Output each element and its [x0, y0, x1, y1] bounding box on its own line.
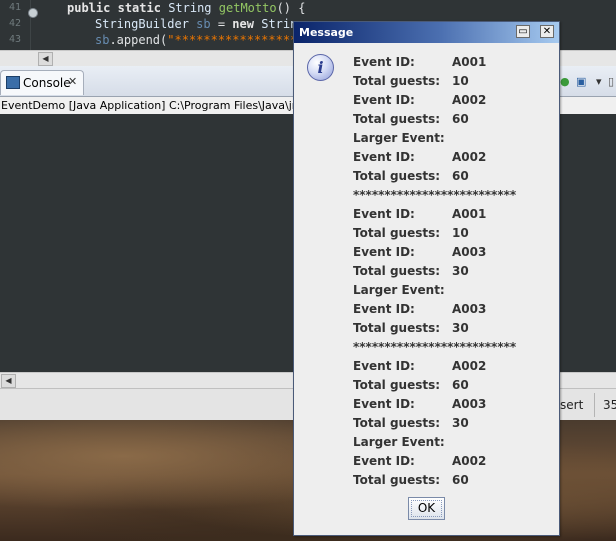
message-line-value: A003 [452, 245, 487, 259]
message-line-value: A002 [452, 454, 487, 468]
restore-icon[interactable]: ▭ [516, 25, 530, 38]
message-dialog: Message ▭ ✕ i Event ID: A001 Total guests:… [293, 21, 560, 536]
keyword: new [232, 17, 254, 31]
message-line-value: 60 [452, 473, 469, 487]
message-line-value: A001 [452, 55, 487, 69]
message-line-label: Event ID: [353, 397, 415, 411]
message-line-label: ************************** [353, 188, 517, 202]
message-line-value: 60 [452, 112, 469, 126]
variable: sb [196, 17, 211, 31]
message-line-label: Event ID: [353, 150, 415, 164]
message-line-value: A003 [452, 397, 487, 411]
code-lines[interactable]: public static String getMotto() {StringB… [40, 0, 305, 48]
message-line-value: 60 [452, 378, 469, 392]
message-line-label: Total guests: [353, 112, 441, 126]
code-punct: = [210, 17, 233, 31]
tab-console-label: Console [23, 76, 71, 90]
message-line-label: Total guests: [353, 264, 441, 278]
message-line-value: 30 [452, 264, 469, 278]
info-icon: i [307, 54, 334, 81]
type-name: String [168, 1, 212, 15]
chevron-down-icon[interactable]: ▾ [596, 75, 602, 88]
cursor-position-status: 35 [603, 398, 616, 412]
message-line-value: A002 [452, 359, 487, 373]
message-line-value: A001 [452, 207, 487, 221]
code-punct: .append( [109, 33, 168, 47]
dialog-title: Message [299, 26, 354, 39]
message-line-label: Event ID: [353, 55, 415, 69]
message-line-label: Event ID: [353, 245, 415, 259]
message-line-label: Larger Event: [353, 131, 445, 145]
code-line: public static String getMotto() { [40, 0, 305, 16]
message-line-label: Total guests: [353, 378, 441, 392]
fold-collapse-icon[interactable] [28, 8, 38, 18]
tab-console[interactable]: Console ✕ [0, 70, 84, 95]
line-number: 42 [9, 18, 22, 29]
message-line-label: Total guests: [353, 416, 441, 430]
line-number: 41 [9, 2, 22, 13]
variable: sb [95, 33, 110, 47]
message-line-label: Event ID: [353, 359, 415, 373]
type-name: StringBuilder [95, 17, 189, 31]
message-line-label: ************************** [353, 340, 517, 354]
code-line: sb.append("****************** [40, 32, 305, 48]
string-literal: "****************** [167, 33, 305, 47]
insert-mode-status: sert [560, 398, 584, 412]
message-line-value: 10 [452, 74, 469, 88]
scroll-left-arrow-icon[interactable]: ◀ [1, 374, 16, 388]
message-line-label: Event ID: [353, 93, 415, 107]
view-menu-icon[interactable]: ▯ [608, 75, 614, 88]
message-line-label: Total guests: [353, 321, 441, 335]
message-line-label: Event ID: [353, 207, 415, 221]
line-number: 43 [9, 34, 22, 45]
message-line-value: A002 [452, 93, 487, 107]
message-line-value: A003 [452, 302, 487, 316]
message-line-label: Event ID: [353, 302, 415, 316]
close-icon[interactable]: ✕ [68, 75, 77, 88]
message-line-label: Total guests: [353, 226, 441, 240]
ok-button[interactable]: OK [408, 497, 445, 520]
message-line-value: 10 [452, 226, 469, 240]
keyword: static [117, 1, 161, 15]
message-line-value: 30 [452, 416, 469, 430]
keyword: public [67, 1, 111, 15]
code-line: StringBuilder sb = new String [40, 16, 305, 32]
scroll-left-arrow-icon[interactable]: ◀ [38, 52, 53, 66]
console-icon [6, 76, 20, 89]
message-line-label: Total guests: [353, 473, 441, 487]
display-console-icon[interactable]: ▣ [576, 75, 586, 88]
message-line-label: Total guests: [353, 169, 441, 183]
code-punct: () { [276, 1, 306, 15]
method-name: getMotto [218, 1, 277, 15]
message-line-label: Larger Event: [353, 283, 445, 297]
message-line-value: 30 [452, 321, 469, 335]
status-divider [594, 393, 595, 417]
dialog-title-bar[interactable]: Message ▭ ✕ [294, 22, 559, 43]
message-line-label: Total guests: [353, 74, 441, 88]
pin-console-icon[interactable]: ● [560, 75, 570, 88]
message-line-value: 60 [452, 169, 469, 183]
message-line-value: A002 [452, 150, 487, 164]
close-icon[interactable]: ✕ [540, 25, 554, 38]
message-line-label: Larger Event: [353, 435, 445, 449]
message-line-label: Event ID: [353, 454, 415, 468]
line-number-gutter: 41 42 43 [0, 0, 31, 50]
